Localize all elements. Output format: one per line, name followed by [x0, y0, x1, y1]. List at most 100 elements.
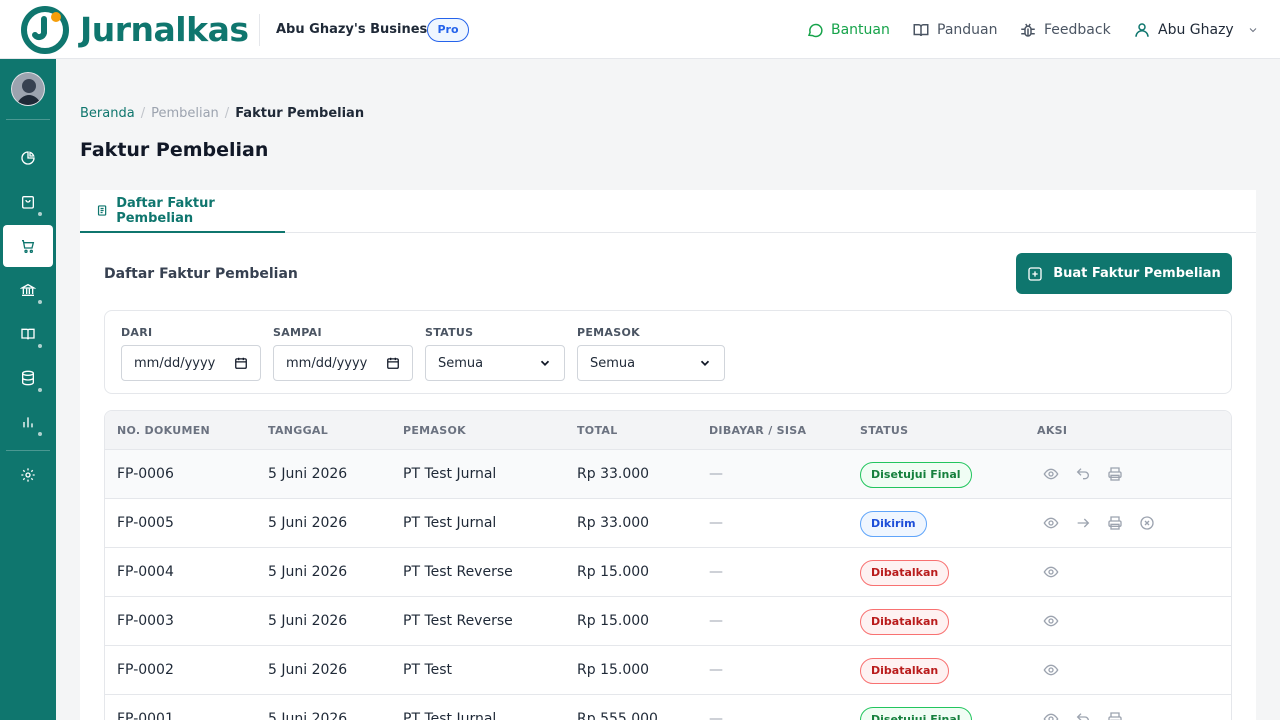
status-badge: Disetujui Final: [860, 462, 972, 488]
print-button[interactable]: [1107, 515, 1123, 531]
calendar-icon: [235, 357, 247, 369]
sidebar-item-ledger[interactable]: [3, 313, 53, 355]
supplier-select-value: Semua: [590, 355, 636, 371]
print-button[interactable]: [1107, 466, 1123, 482]
bug-icon: [1021, 23, 1035, 37]
status-badge: Dibatalkan: [860, 658, 950, 684]
revert-button[interactable]: [1075, 466, 1091, 482]
sidebar-item-bank[interactable]: [3, 269, 53, 311]
tab-bar: Daftar Faktur Pembelian: [80, 190, 1256, 233]
sidebar-item-data[interactable]: [3, 357, 53, 399]
divider: [259, 14, 260, 46]
paid-amount: —: [709, 466, 723, 482]
chevron-down-icon: [1249, 28, 1257, 33]
status-select[interactable]: Semua: [425, 345, 565, 381]
column-header[interactable]: DIBAYAR / SISA: [709, 424, 806, 438]
view-button[interactable]: [1043, 711, 1059, 720]
help-link[interactable]: Bantuan: [806, 18, 890, 42]
sidebar-item-sales[interactable]: [3, 181, 53, 223]
feedback-label: Feedback: [1044, 22, 1111, 38]
feedback-link[interactable]: Feedback: [1019, 18, 1111, 42]
table-row[interactable]: FP-0001 5 Juni 2026 PT Test Jurnal Rp 55…: [105, 695, 1231, 720]
table-row[interactable]: FP-0002 5 Juni 2026 PT Test Rp 15.000 — …: [105, 646, 1231, 695]
doc-number[interactable]: FP-0002: [117, 661, 174, 679]
brand-name[interactable]: Jurnalkas: [80, 8, 249, 52]
top-bar: Jurnalkas Abu Ghazy's Business Pro Bantu…: [0, 0, 1280, 59]
paid-amount: —: [709, 613, 723, 629]
print-icon: [1108, 712, 1122, 720]
view-button[interactable]: [1043, 466, 1059, 482]
avatar[interactable]: [11, 72, 45, 106]
column-header[interactable]: NO. DOKUMEN: [117, 424, 210, 438]
tab-invoice-list[interactable]: Daftar Faktur Pembelian: [80, 190, 285, 233]
status-badge: Dibatalkan: [860, 609, 950, 635]
doc-number[interactable]: FP-0004: [117, 563, 174, 581]
cart-icon: [22, 240, 35, 253]
tab-label: Daftar Faktur Pembelian: [116, 195, 215, 226]
column-header[interactable]: TANGGAL: [268, 424, 328, 438]
table-row[interactable]: FP-0006 5 Juni 2026 PT Test Jurnal Rp 33…: [105, 450, 1231, 499]
table-row[interactable]: FP-0003 5 Juni 2026 PT Test Reverse Rp 1…: [105, 597, 1231, 646]
from-date-input[interactable]: mm/dd/yyyy: [121, 345, 261, 381]
submenu-dot: [38, 300, 42, 304]
sidebar-item-purchase[interactable]: [3, 225, 53, 267]
to-date-input[interactable]: mm/dd/yyyy: [273, 345, 413, 381]
revert-button[interactable]: [1075, 711, 1091, 720]
submenu-dot: [38, 212, 42, 216]
breadcrumb-parent[interactable]: Pembelian: [151, 104, 219, 124]
view-button[interactable]: [1043, 564, 1059, 580]
jurnalkas-logo-icon[interactable]: [20, 5, 70, 55]
sidebar-divider: [6, 450, 50, 451]
view-button[interactable]: [1043, 515, 1059, 531]
view-button[interactable]: [1043, 662, 1059, 678]
total-amount: Rp 33.000: [577, 466, 650, 482]
doc-number[interactable]: FP-0006: [117, 465, 174, 483]
book-icon: [21, 328, 35, 340]
sidebar-item-dashboard[interactable]: [3, 137, 53, 179]
undo-icon: [1076, 713, 1089, 720]
to-date-value: mm/dd/yyyy: [286, 355, 368, 371]
create-invoice-button[interactable]: Buat Faktur Pembelian: [1016, 253, 1232, 294]
gear-icon: [21, 468, 35, 482]
paid-amount: —: [709, 564, 723, 580]
invoice-date: 5 Juni 2026: [268, 466, 348, 482]
plus-square-icon: [1028, 266, 1042, 281]
view-button[interactable]: [1043, 613, 1059, 629]
doc-number[interactable]: FP-0005: [117, 514, 174, 532]
print-button[interactable]: [1107, 711, 1123, 720]
table-row[interactable]: FP-0004 5 Juni 2026 PT Test Reverse Rp 1…: [105, 548, 1231, 597]
chevron-down-icon: [540, 360, 550, 366]
supplier-select[interactable]: Semua: [577, 345, 725, 381]
column-header[interactable]: TOTAL: [577, 424, 618, 438]
doc-number[interactable]: FP-0001: [117, 710, 174, 720]
column-header[interactable]: PEMASOK: [403, 424, 466, 438]
user-menu[interactable]: Abu Ghazy: [1133, 18, 1259, 42]
table-row[interactable]: FP-0005 5 Juni 2026 PT Test Jurnal Rp 33…: [105, 499, 1231, 548]
process-button[interactable]: [1075, 515, 1091, 531]
breadcrumb-home[interactable]: Beranda: [80, 104, 135, 124]
eye-icon: [1043, 468, 1059, 480]
breadcrumb-separator: /: [224, 106, 230, 121]
total-amount: Rp 555.000: [577, 711, 658, 720]
doc-number[interactable]: FP-0003: [117, 612, 174, 630]
status-select-value: Semua: [438, 355, 484, 371]
invoice-date: 5 Juni 2026: [268, 564, 348, 580]
sidebar-item-reports[interactable]: [3, 401, 53, 443]
cancel-button[interactable]: [1139, 515, 1155, 531]
supplier-name: PT Test Jurnal: [403, 466, 497, 482]
user-name: Abu Ghazy: [1158, 22, 1234, 38]
business-name: Abu Ghazy's Business: [276, 22, 436, 37]
print-icon: [1108, 516, 1122, 530]
pie-chart-icon: [21, 151, 35, 165]
sidebar-divider: [6, 119, 50, 120]
cancel-icon: [1140, 516, 1154, 530]
sidebar-item-settings[interactable]: [3, 454, 53, 496]
breadcrumb-current: Faktur Pembelian: [235, 106, 365, 121]
paid-amount: —: [709, 662, 723, 678]
supplier-name: PT Test Jurnal: [403, 515, 497, 531]
create-invoice-label: Buat Faktur Pembelian: [1053, 266, 1221, 281]
guide-link[interactable]: Panduan: [912, 18, 997, 42]
submenu-dot: [38, 388, 42, 392]
column-header[interactable]: STATUS: [860, 424, 908, 438]
supplier-label: PEMASOK: [577, 326, 640, 339]
